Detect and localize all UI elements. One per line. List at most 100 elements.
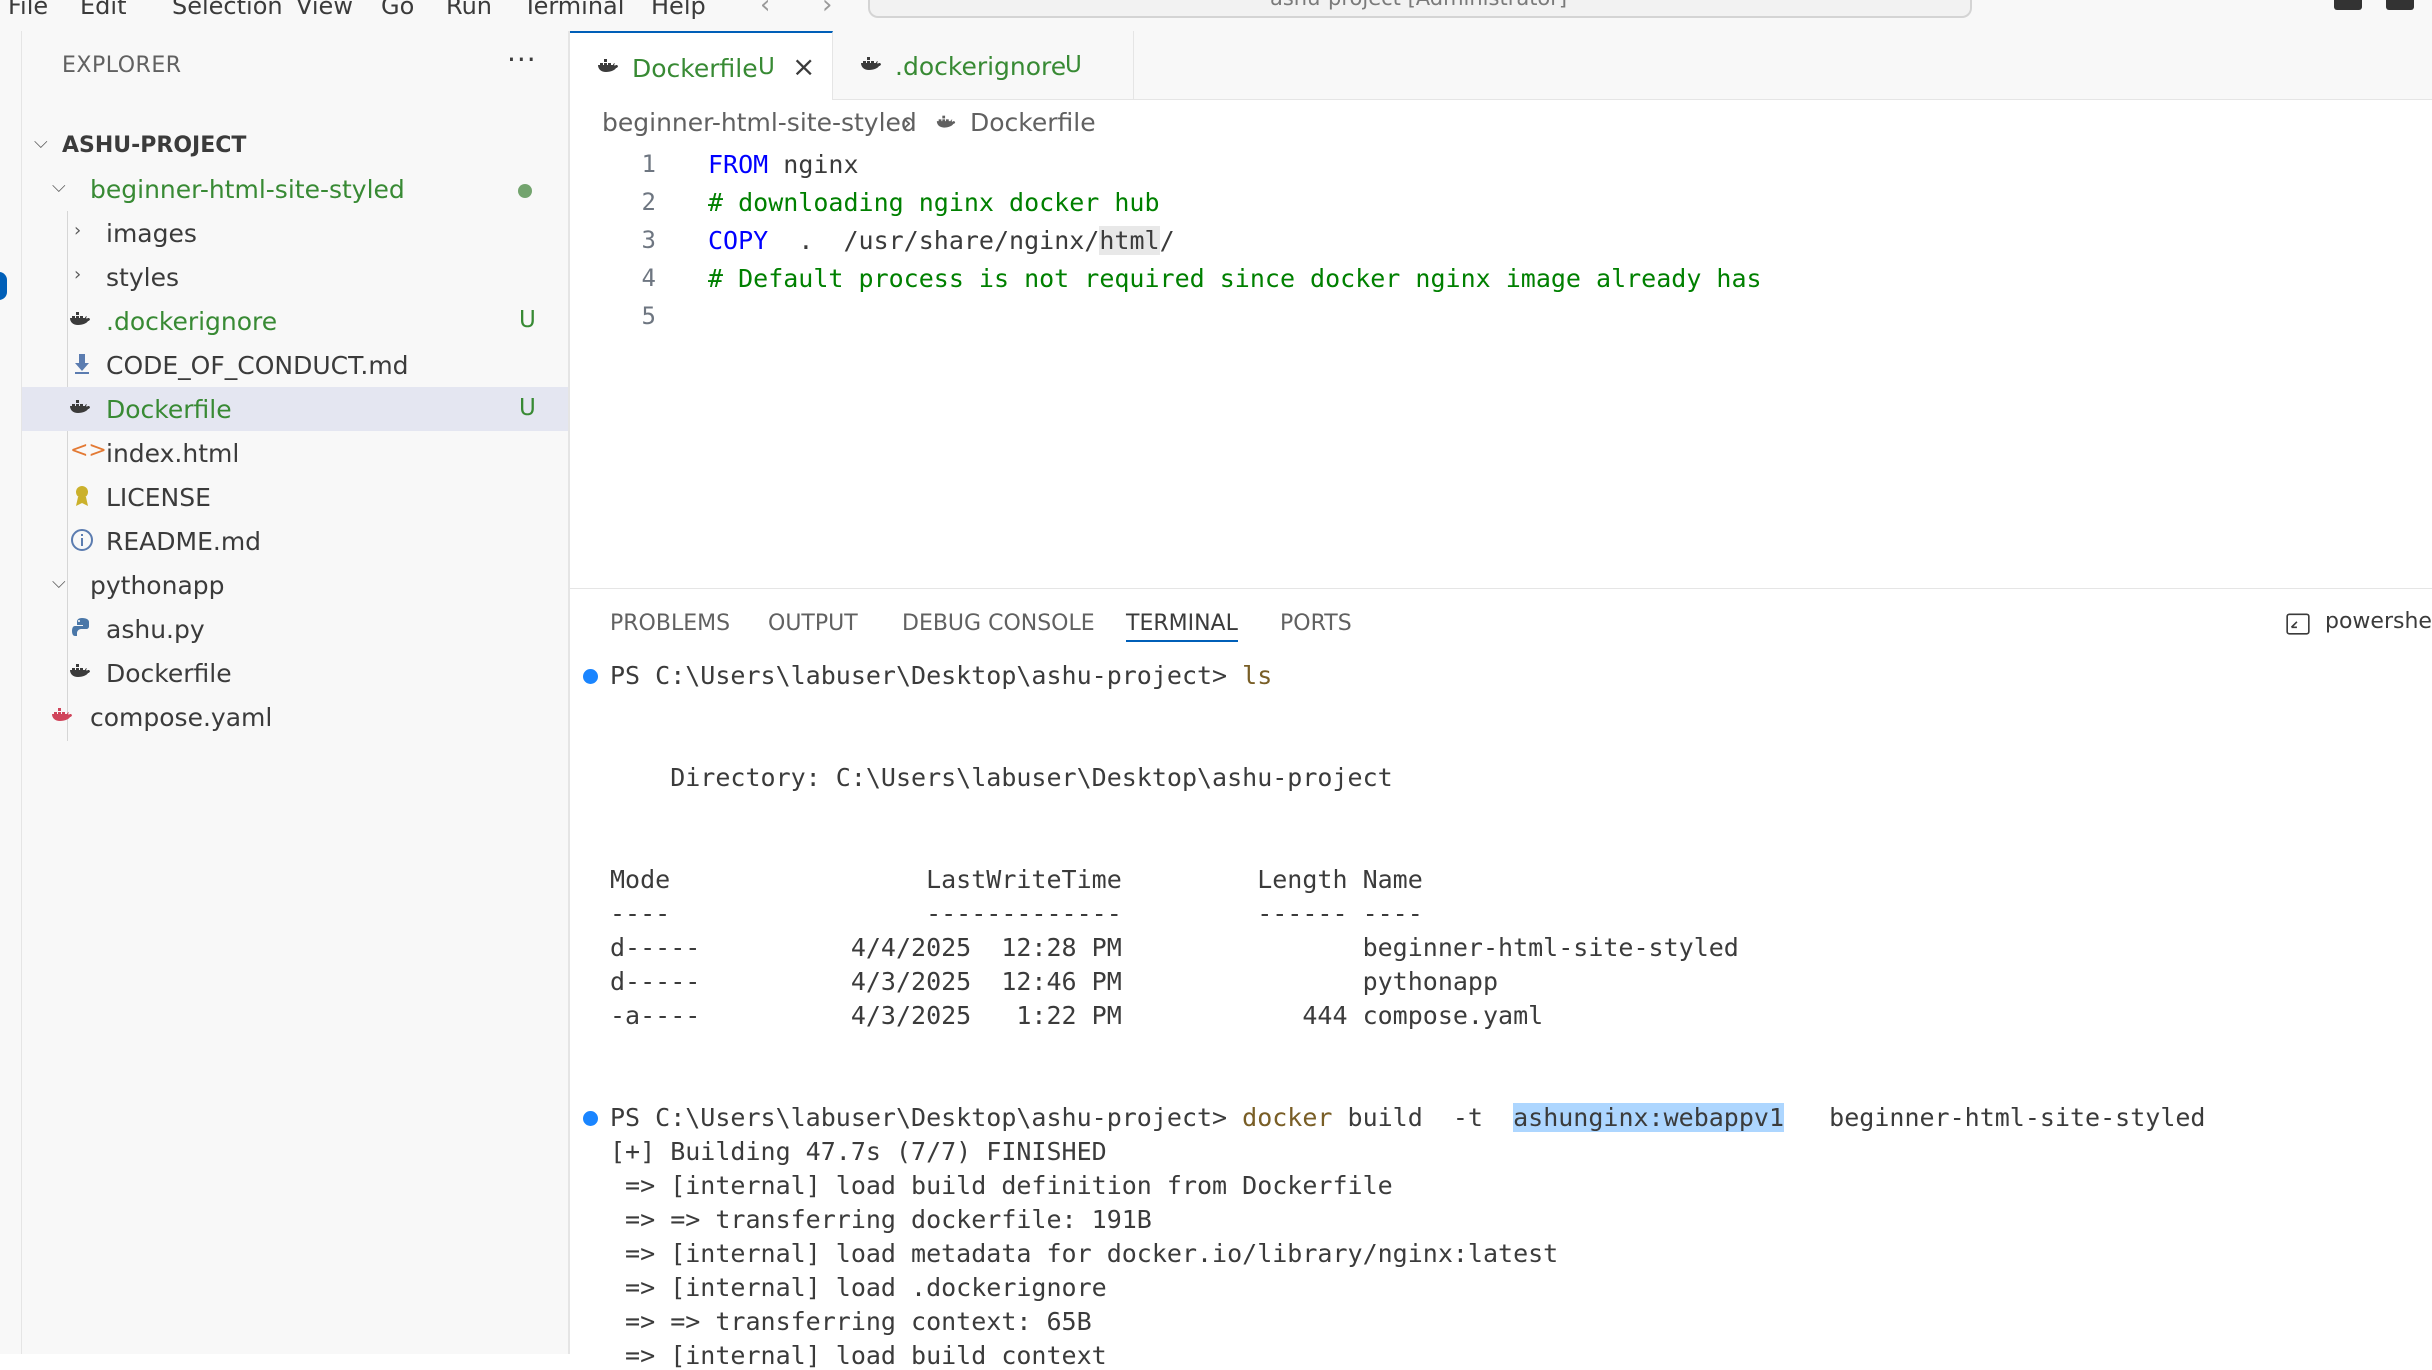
terminal-line-build: => [internal] load build context (610, 1341, 1107, 1370)
menu-edit[interactable]: Edit (80, 0, 126, 20)
menu-help[interactable]: Help (651, 0, 706, 20)
tab-ports[interactable]: PORTS (1280, 611, 1352, 636)
tab-problems[interactable]: PROBLEMS (610, 611, 730, 636)
terminal-line-build: [+] Building 47.7s (7/7) FINISHED (610, 1137, 1107, 1166)
back-arrow-icon[interactable]: ‹ (760, 0, 770, 20)
command-status-dot[interactable] (583, 669, 598, 684)
menu-selection[interactable]: Selection (172, 0, 283, 20)
docker-compose-icon (52, 708, 72, 721)
tree-item-label: README.md (106, 527, 262, 556)
tree-item-beginner-folder[interactable]: ⌵ beginner-html-site-styled (22, 167, 568, 211)
command-args: build -t (1332, 1103, 1514, 1132)
chevron-down-icon: ⌵ (34, 132, 48, 153)
tree-item-readme[interactable]: README.md (22, 519, 568, 563)
breadcrumb-separator: › (902, 108, 912, 137)
menu-file[interactable]: File (8, 0, 48, 20)
tree-item-pythonapp[interactable]: ⌵ pythonapp (22, 563, 568, 607)
project-label: ASHU-PROJECT (62, 133, 247, 158)
toggle-sidebar-icon[interactable] (2334, 0, 2362, 10)
code-line-5[interactable]: 5 (570, 298, 2432, 336)
code-line-2[interactable]: 2 # downloading nginx docker hub (570, 184, 2432, 222)
more-actions-icon[interactable]: ··· (507, 43, 537, 76)
command: ls (1242, 661, 1273, 690)
tree-item-label: Dockerfile (106, 395, 232, 424)
breadcrumb-file[interactable]: Dockerfile (970, 108, 1096, 137)
code-line-1[interactable]: 1 FROM nginx (570, 146, 2432, 184)
menu-run[interactable]: Run (446, 0, 492, 20)
terminal-line-underline: ---- ------------- ------ ---- (610, 899, 1423, 928)
tree-item-pythonapp-dockerfile[interactable]: Dockerfile (22, 651, 568, 695)
toggle-panel-icon[interactable] (2386, 0, 2414, 10)
project-root[interactable]: ⌵ ASHU-PROJECT (22, 123, 568, 167)
tab-debug-console[interactable]: DEBUG CONSOLE (902, 611, 1095, 636)
terminal-line-build: => [internal] load metadata for docker.i… (610, 1239, 1559, 1268)
tree-item-dockerfile-selected[interactable]: Dockerfile U (22, 387, 568, 431)
tab-output[interactable]: OUTPUT (768, 611, 858, 636)
untracked-badge: U (519, 395, 536, 421)
code-comment: # downloading nginx docker hub (708, 188, 1160, 217)
explorer-sidebar: EXPLORER ··· ⌵ ASHU-PROJECT ⌵ beginner-h… (22, 31, 570, 1354)
terminal-line-prompt1: PS C:\Users\labuser\Desktop\ashu-project… (610, 661, 1272, 690)
command: docker (1242, 1103, 1333, 1132)
tree-item-label: .dockerignore (106, 307, 278, 336)
code-line-4[interactable]: 4 # Default process is not required sinc… (570, 260, 2432, 298)
code-line-3[interactable]: 3 COPY . /usr/share/nginx/html/ (570, 222, 2432, 260)
menu-bar: File Edit Selection View Go Run Terminal… (0, 0, 2432, 32)
tree-item-label: CODE_OF_CONDUCT.md (106, 351, 409, 380)
forward-arrow-icon[interactable]: › (822, 0, 832, 20)
tree-item-index-html[interactable]: <> index.html (22, 431, 568, 475)
tree-item-images[interactable]: › images (22, 211, 568, 255)
selected-text: ashunginx:webappv1 (1513, 1103, 1785, 1132)
prompt: PS C:\Users\labuser\Desktop\ashu-project… (610, 1103, 1243, 1132)
tree-item-styles[interactable]: › styles (22, 255, 568, 299)
terminal-line-row: d----- 4/3/2025 12:46 PM pythonapp (610, 967, 1499, 996)
python-icon (72, 618, 89, 636)
tree-item-label: images (106, 219, 197, 248)
command-args: beginner-html-site-styled (1784, 1103, 2206, 1132)
tab-terminal[interactable]: TERMINAL (1126, 611, 1238, 642)
untracked-badge: U (519, 307, 536, 333)
prompt: PS C:\Users\labuser\Desktop\ashu-project… (610, 661, 1243, 690)
tree-item-license[interactable]: LICENSE (22, 475, 568, 519)
code-tail: / (1159, 226, 1175, 255)
code-comment: # Default process is not required since … (708, 264, 1762, 293)
code-text: FROM nginx (708, 150, 859, 179)
word-highlight: html (1099, 226, 1160, 255)
tab-label: Dockerfile (632, 54, 758, 83)
tree-item-label: Dockerfile (106, 659, 232, 688)
menu-go[interactable]: Go (381, 0, 414, 20)
license-ribbon-icon (76, 486, 88, 506)
terminal-line-build: => [internal] load build definition from… (610, 1171, 1393, 1200)
shell-name[interactable]: powershell (2325, 609, 2432, 634)
breadcrumb-folder[interactable]: beginner-html-site-styled (602, 108, 917, 137)
line-number: 1 (641, 150, 656, 178)
tab-label: .dockerignore (895, 52, 1067, 81)
tree-item-compose-yaml[interactable]: compose.yaml (22, 695, 568, 739)
docker-icon (70, 312, 90, 325)
tree-item-label: index.html (106, 439, 240, 468)
menu-view[interactable]: View (296, 0, 353, 20)
terminal-line-build: => [internal] load .dockerignore (610, 1273, 1107, 1302)
code-text: COPY . /usr/share/nginx/html/ (708, 226, 1175, 255)
chevron-right-icon: › (74, 220, 82, 241)
menu-terminal[interactable]: Terminal (523, 0, 624, 20)
command-status-dot[interactable] (583, 1111, 598, 1126)
tree-item-code-of-conduct[interactable]: CODE_OF_CONDUCT.md (22, 343, 568, 387)
command-center-label: ashu-project [Administrator] (1270, 0, 1567, 10)
tab-dockerfile[interactable]: Dockerfile U × (570, 31, 833, 100)
terminal-line-header: Mode LastWriteTime Length Name (610, 865, 1423, 894)
terminal-icon (2286, 613, 2310, 635)
tab-dockerignore[interactable]: .dockerignore U (833, 31, 1134, 99)
docker-icon (70, 400, 90, 413)
command-center[interactable]: ashu-project [Administrator] (868, 0, 1972, 18)
close-icon[interactable]: × (792, 50, 815, 83)
markdown-download-icon (75, 354, 89, 374)
tree-item-dockerignore[interactable]: .dockerignore U (22, 299, 568, 343)
line-number: 4 (641, 264, 656, 292)
editor-tab-bar: Dockerfile U × .dockerignore U (570, 31, 2432, 100)
tree-item-label: compose.yaml (90, 703, 273, 732)
tab-untracked-badge: U (1065, 52, 1082, 78)
tree-item-label: LICENSE (106, 483, 211, 512)
tree-item-ashu-py[interactable]: ashu.py (22, 607, 568, 651)
tree-item-label: pythonapp (90, 571, 225, 600)
